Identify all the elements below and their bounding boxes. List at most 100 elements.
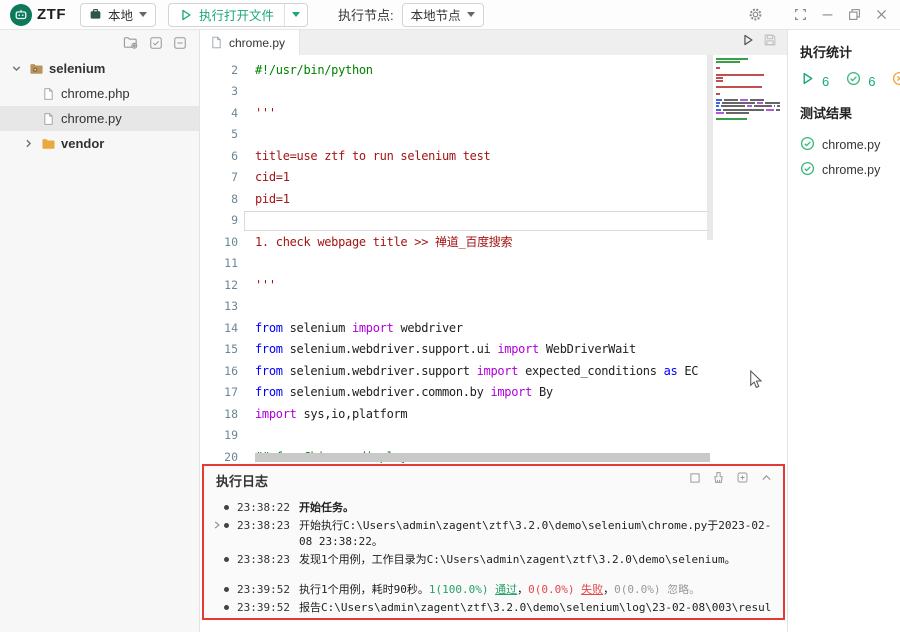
code-line-10[interactable]: 101. check webpage title >> 禅道_百度搜索	[200, 232, 787, 254]
ztf-window: ZTF 本地 执行打开文件 执行节点: 本地节点	[0, 0, 900, 632]
results-title: 测试结果	[800, 103, 900, 122]
tab-label: chrome.py	[229, 36, 285, 50]
code-line-17[interactable]: 17from selenium.webdriver.common.by impo…	[200, 382, 787, 404]
code-line-13[interactable]: 13	[200, 296, 787, 318]
horizontal-scrollbar[interactable]	[255, 453, 710, 462]
log-collapse-icon[interactable]	[760, 471, 773, 489]
code-line-19[interactable]: 19	[200, 425, 787, 447]
log-entry: 23:38:23发现1个用例，工作目录为C:\Users\admin\zagen…	[210, 552, 773, 569]
tree-item-label: selenium	[49, 61, 105, 76]
folder-settings-icon[interactable]	[123, 35, 139, 55]
code-line-5[interactable]: 5	[200, 124, 787, 146]
result-item-label: chrome.py	[822, 138, 880, 152]
code-line-7[interactable]: 7 cid=1	[200, 167, 787, 189]
result-list: chrome.py chrome.py	[800, 132, 900, 182]
line-content: #!/usr/bin/python	[255, 60, 373, 82]
app-title: ZTF	[37, 6, 66, 23]
line-content: from selenium.webdriver.common.by import…	[255, 382, 553, 404]
log-gutter	[210, 500, 224, 502]
sidebar-toolbar	[0, 30, 199, 56]
code-viewport: 1# -*- coding: utf-8 -*-2#!/usr/bin/pyth…	[200, 55, 787, 463]
save-icon[interactable]	[763, 33, 777, 52]
code-editor[interactable]: 1# -*- coding: utf-8 -*-2#!/usr/bin/pyth…	[200, 55, 787, 463]
log-square-icon[interactable]	[689, 471, 701, 489]
chevron-down-icon	[139, 12, 147, 17]
ztf-logo-icon	[10, 4, 32, 26]
log-timestamp: 23:38:23	[237, 552, 299, 569]
close-icon[interactable]	[872, 6, 890, 24]
sidebar-item-chrome.php[interactable]: chrome.php	[0, 81, 199, 106]
chevron-down-icon[interactable]	[8, 62, 24, 75]
fail-link[interactable]: 失败	[581, 583, 603, 596]
line-number: 2	[200, 60, 238, 82]
expand-chevron-icon[interactable]	[210, 518, 224, 530]
line-number: 20	[200, 447, 238, 464]
node-label: 执行节点:	[338, 5, 394, 24]
line-content: cid=1	[255, 167, 290, 189]
sidebar-item-vendor[interactable]: vendor	[0, 131, 199, 156]
run-open-file-button[interactable]: 执行打开文件	[169, 4, 284, 26]
run-count: 6	[822, 74, 829, 89]
log-timestamp: 23:38:22	[237, 500, 299, 517]
line-content: '''	[255, 275, 276, 297]
workspace-dropdown[interactable]: 本地	[80, 3, 156, 27]
check-all-icon[interactable]	[149, 36, 163, 55]
run-file-icon[interactable]	[741, 33, 755, 52]
run-icon	[179, 8, 193, 22]
run-open-file-split-button: 执行打开文件	[168, 3, 308, 27]
folder-icon	[40, 137, 57, 150]
code-line-2[interactable]: 2 #!/usr/bin/python	[200, 60, 787, 82]
chevron-down-icon	[467, 12, 475, 17]
minimap[interactable]	[713, 55, 780, 270]
pass-link[interactable]: 通过	[495, 583, 517, 596]
code-line-8[interactable]: 8pid=1	[200, 189, 787, 211]
line-number: 12	[200, 275, 238, 297]
code-line-14[interactable]: 14from selenium import webdriver	[200, 318, 787, 340]
code-line-16[interactable]: 16 from selenium.webdriver.support import…	[200, 361, 787, 383]
log-message: 执行1个用例，耗时90秒。1(100.0%) 通过，0(0.0%) 失败，0(0…	[299, 582, 773, 599]
sidebar-item-selenium[interactable]: selenium	[0, 56, 199, 81]
tab-chrome-py[interactable]: chrome.py	[200, 30, 300, 55]
sidebar-item-chrome.py[interactable]: chrome.py	[0, 106, 199, 131]
line-number: 14	[200, 318, 238, 340]
log-message: 开始执行C:\Users\admin\zagent\ztf\3.2.0\demo…	[299, 518, 773, 551]
line-content: import sys,io,platform	[255, 404, 407, 426]
code-line-4[interactable]: 4'''	[200, 103, 787, 125]
code-line-6[interactable]: 6title=use ztf to run selenium test	[200, 146, 787, 168]
file-icon	[40, 87, 57, 101]
log-message: 开始任务。	[299, 500, 773, 517]
pass-icon	[800, 136, 815, 154]
line-content: '''	[255, 103, 276, 125]
top-toolbar: ZTF 本地 执行打开文件 执行节点: 本地节点	[0, 0, 900, 30]
code-line-12[interactable]: 12 '''	[200, 275, 787, 297]
fullscreen-icon[interactable]	[791, 6, 809, 24]
line-number: 16	[200, 361, 238, 383]
run-open-file-label: 执行打开文件	[199, 5, 274, 24]
node-dropdown[interactable]: 本地节点	[402, 3, 484, 27]
code-line-9[interactable]: 9	[200, 210, 787, 232]
log-expand-icon[interactable]	[736, 471, 749, 489]
line-number: 7	[200, 167, 238, 189]
chevron-down-icon	[292, 12, 300, 17]
log-clear-icon[interactable]	[712, 471, 725, 489]
restore-icon[interactable]	[845, 6, 863, 24]
line-number: 18	[200, 404, 238, 426]
chevron-right-icon[interactable]	[20, 137, 36, 150]
result-item-chrome.py[interactable]: chrome.py	[800, 157, 900, 182]
stats-title: 执行统计	[800, 42, 900, 61]
code-line-15[interactable]: 15from selenium.webdriver.support.ui imp…	[200, 339, 787, 361]
result-item-chrome.py[interactable]: chrome.py	[800, 132, 900, 157]
collapse-all-icon[interactable]	[173, 36, 187, 55]
tree-item-label: chrome.php	[61, 86, 130, 101]
log-timestamp: 23:38:23	[237, 518, 299, 535]
settings-icon[interactable]	[746, 6, 764, 24]
run-options-caret[interactable]	[284, 4, 307, 26]
line-content: from selenium.webdriver.support import e…	[255, 361, 698, 383]
log-panel-area: 执行日志	[200, 463, 787, 632]
log-message: 发现1个用例，工作目录为C:\Users\admin\zagent\ztf\3.…	[299, 552, 773, 569]
line-number: 5	[200, 124, 238, 146]
code-line-18[interactable]: 18 import sys,io,platform	[200, 404, 787, 426]
code-line-11[interactable]: 11	[200, 253, 787, 275]
minimize-icon[interactable]	[818, 6, 836, 24]
code-line-3[interactable]: 3	[200, 81, 787, 103]
